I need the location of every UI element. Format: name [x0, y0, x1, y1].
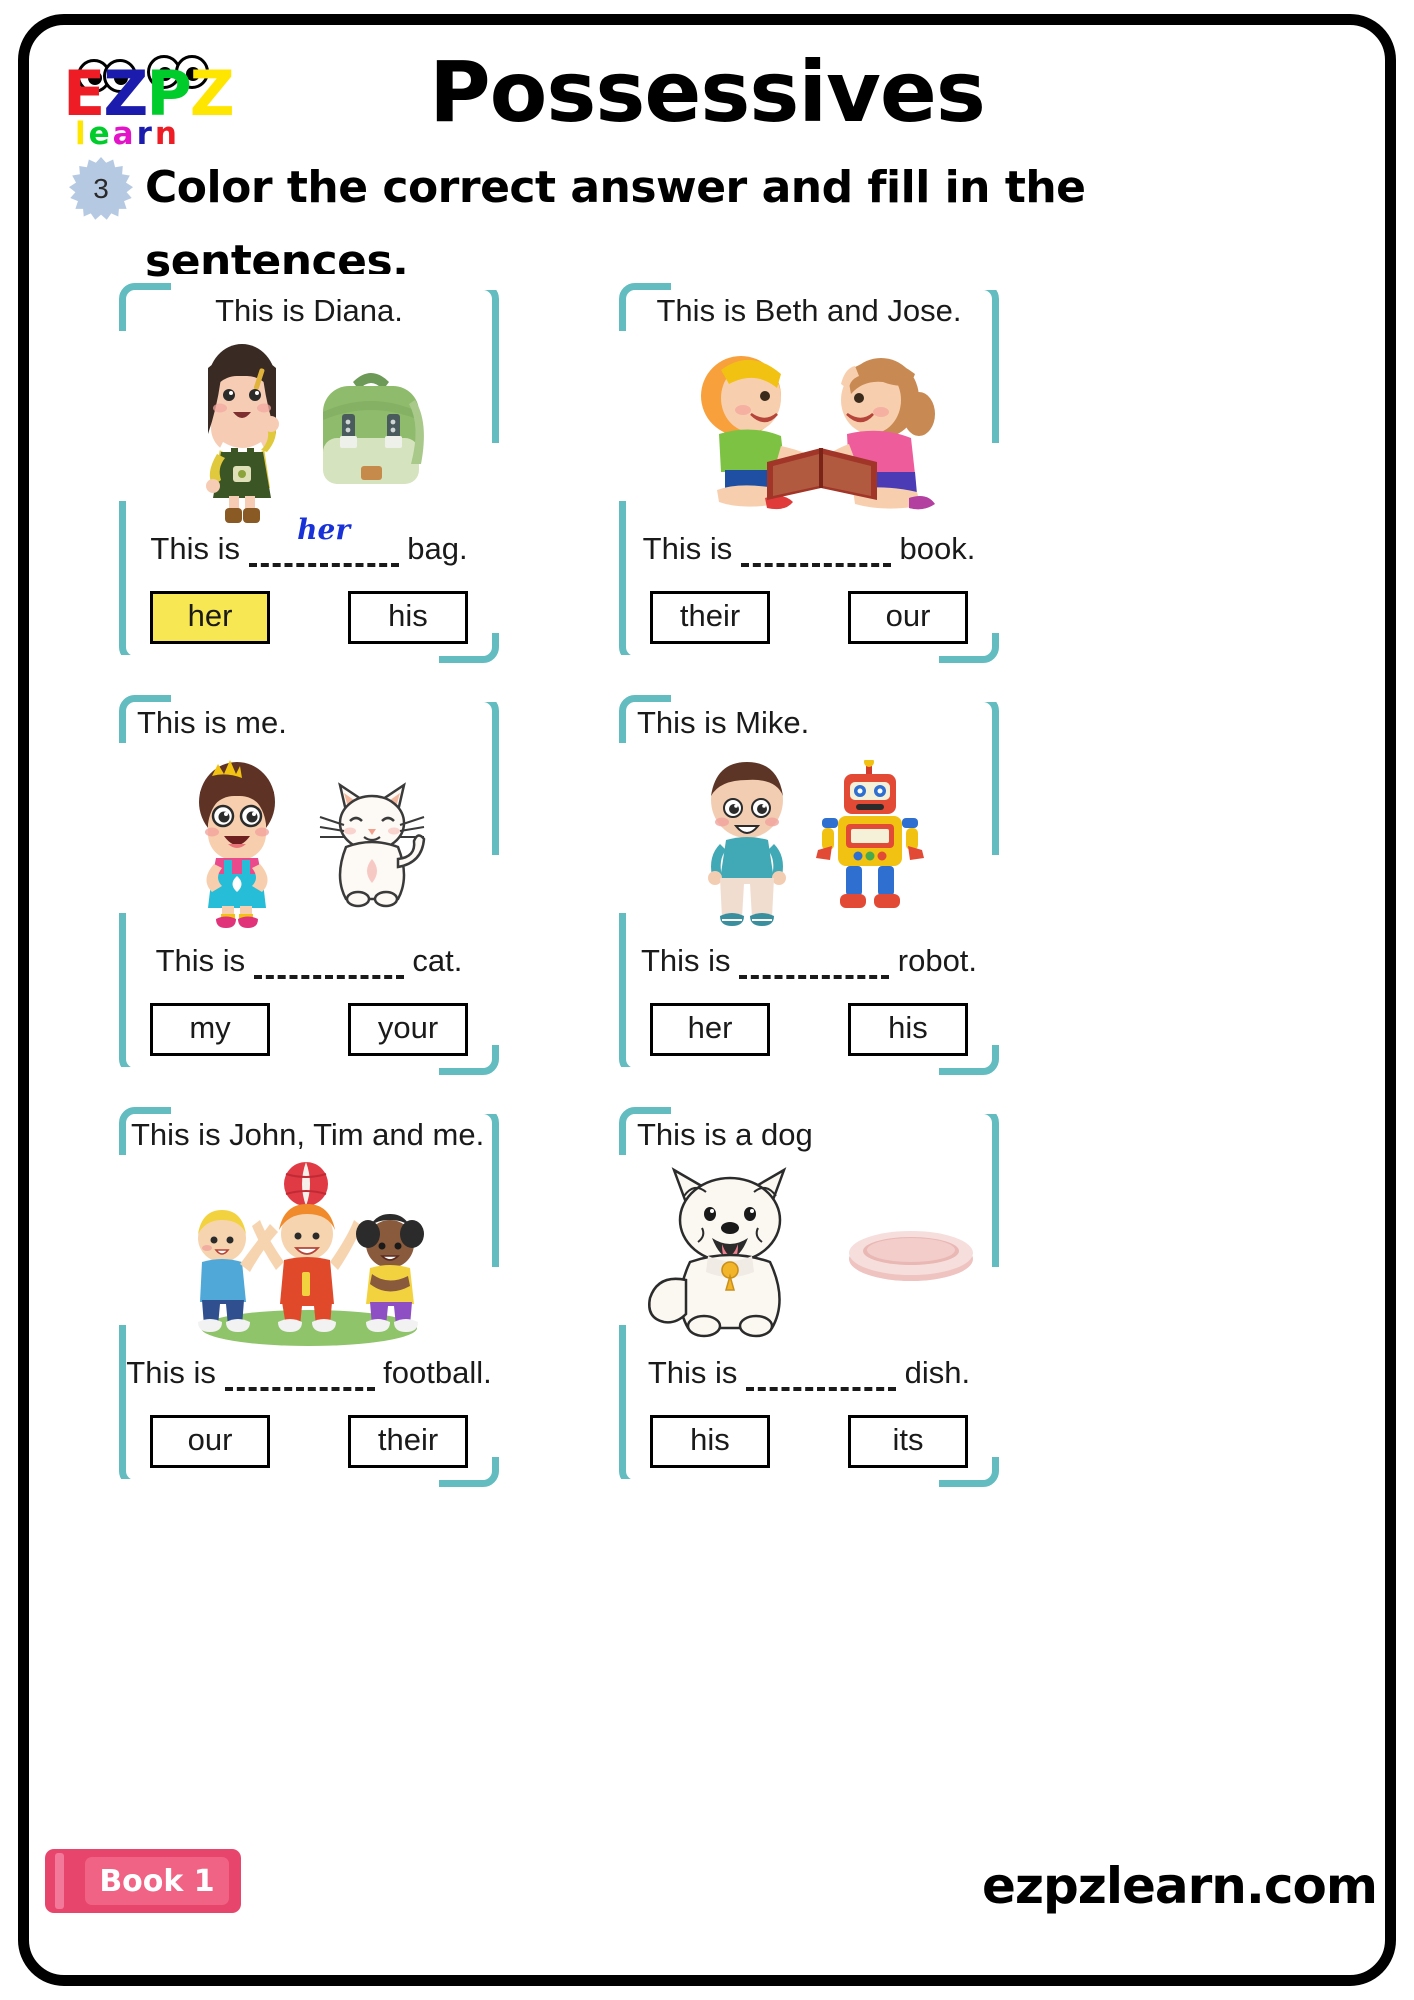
option-button[interactable]: her — [150, 591, 270, 644]
blank-line — [224, 1369, 375, 1391]
option-button[interactable]: our — [150, 1415, 270, 1468]
book-badge: Book 1 — [45, 1849, 241, 1913]
sentence-prefix: This is — [642, 531, 733, 566]
option-button[interactable]: our — [848, 591, 968, 644]
option-button[interactable]: his — [848, 1003, 968, 1056]
answer-options: their our — [619, 591, 999, 644]
card-sentence: This is book. — [619, 531, 999, 567]
blank-line — [746, 1369, 897, 1391]
white-dog-icon — [648, 1166, 787, 1337]
sentence-prefix: This is — [647, 1355, 738, 1390]
girl-green-dress-icon — [206, 343, 279, 523]
card-illustration — [633, 1159, 985, 1349]
answer-blank[interactable]: her — [248, 513, 399, 567]
sentence-suffix: bag. — [407, 531, 468, 566]
card-illustration — [133, 747, 485, 937]
answer-blank[interactable] — [739, 957, 890, 979]
answer-blank[interactable] — [253, 957, 404, 979]
option-button[interactable]: its — [848, 1415, 968, 1468]
sentence-suffix: book. — [899, 531, 976, 566]
sentence-prefix: This is — [150, 531, 240, 566]
exercise-card-diana-bag: This is Diana. This is her bag. her his — [110, 274, 507, 671]
sentence-suffix: cat. — [412, 943, 463, 978]
pink-dish-icon — [849, 1231, 973, 1281]
option-button[interactable]: his — [650, 1415, 770, 1468]
page-title: Possessives — [429, 43, 986, 141]
exercise-card-dog-dish: This is a dog This is dish. his its — [610, 1098, 1007, 1495]
card-title: This is me. — [137, 705, 287, 740]
answer-blank[interactable] — [740, 545, 891, 567]
option-button[interactable]: their — [650, 591, 770, 644]
sentence-suffix: robot. — [897, 943, 978, 978]
card-sentence: This is dish. — [619, 1355, 999, 1391]
answer-blank[interactable] — [224, 1369, 375, 1391]
option-button[interactable]: their — [348, 1415, 468, 1468]
boy-teal-shirt-icon — [708, 762, 786, 926]
answer-options: her his — [619, 1003, 999, 1056]
card-title: This is Diana. — [215, 293, 403, 328]
three-kids-with-ball-icon — [198, 1161, 424, 1346]
exercise-card-john-tim-me-football: This is John, Tim and me. This is footba… — [110, 1098, 507, 1495]
sentence-suffix: football. — [383, 1355, 492, 1390]
blank-line — [740, 545, 891, 567]
card-title: This is Mike. — [637, 705, 810, 740]
exercise-card-mike-robot: This is Mike. This is robot. her his — [610, 686, 1007, 1083]
website-url: ezpzlearn.com — [981, 1857, 1378, 1915]
girl-crown-blue-overalls-icon — [199, 760, 275, 928]
answer-options: her his — [119, 591, 499, 644]
worksheet-page: EZPZ learn Possessives 3 Color the corre… — [18, 14, 1396, 1986]
toy-robot-icon — [816, 759, 924, 908]
green-backpack-icon — [323, 373, 424, 484]
sentence-suffix: dish. — [904, 1355, 971, 1390]
sentence-prefix: This is — [640, 943, 731, 978]
card-sentence: This is robot. — [619, 943, 999, 979]
card-sentence: This is her bag. — [119, 513, 499, 567]
book-label: Book 1 — [85, 1857, 229, 1905]
exercise-card-me-cat: This is me. This is cat. my your — [110, 686, 507, 1083]
answer-blank[interactable] — [746, 1369, 897, 1391]
handwritten-answer: her — [297, 513, 351, 546]
card-title: This is a dog — [637, 1117, 813, 1152]
answer-options: his its — [619, 1415, 999, 1468]
blank-line — [248, 545, 399, 567]
card-sentence: This is cat. — [119, 943, 499, 979]
card-sentence: This is football. — [119, 1355, 499, 1391]
card-title: This is Beth and Jose. — [656, 293, 962, 328]
card-illustration — [133, 1159, 485, 1349]
card-title: This is John, Tim and me. — [131, 1117, 485, 1152]
exercise-number-badge: 3 — [69, 157, 133, 220]
answer-options: my your — [119, 1003, 499, 1056]
option-button[interactable]: my — [150, 1003, 270, 1056]
card-illustration — [633, 335, 985, 525]
blank-line — [739, 957, 890, 979]
option-button[interactable]: your — [348, 1003, 468, 1056]
exercise-card-beth-jose-book: This is Beth and Jose. This is book. the… — [610, 274, 1007, 671]
blank-line — [253, 957, 404, 979]
white-cat-icon — [319, 782, 426, 908]
card-illustration — [133, 335, 485, 525]
option-button[interactable]: her — [650, 1003, 770, 1056]
two-kids-reading-book-icon — [701, 356, 935, 510]
answer-options: our their — [119, 1415, 499, 1468]
sentence-prefix: This is — [126, 1355, 216, 1390]
card-illustration — [633, 747, 985, 937]
sentence-prefix: This is — [155, 943, 246, 978]
option-button[interactable]: his — [348, 591, 468, 644]
